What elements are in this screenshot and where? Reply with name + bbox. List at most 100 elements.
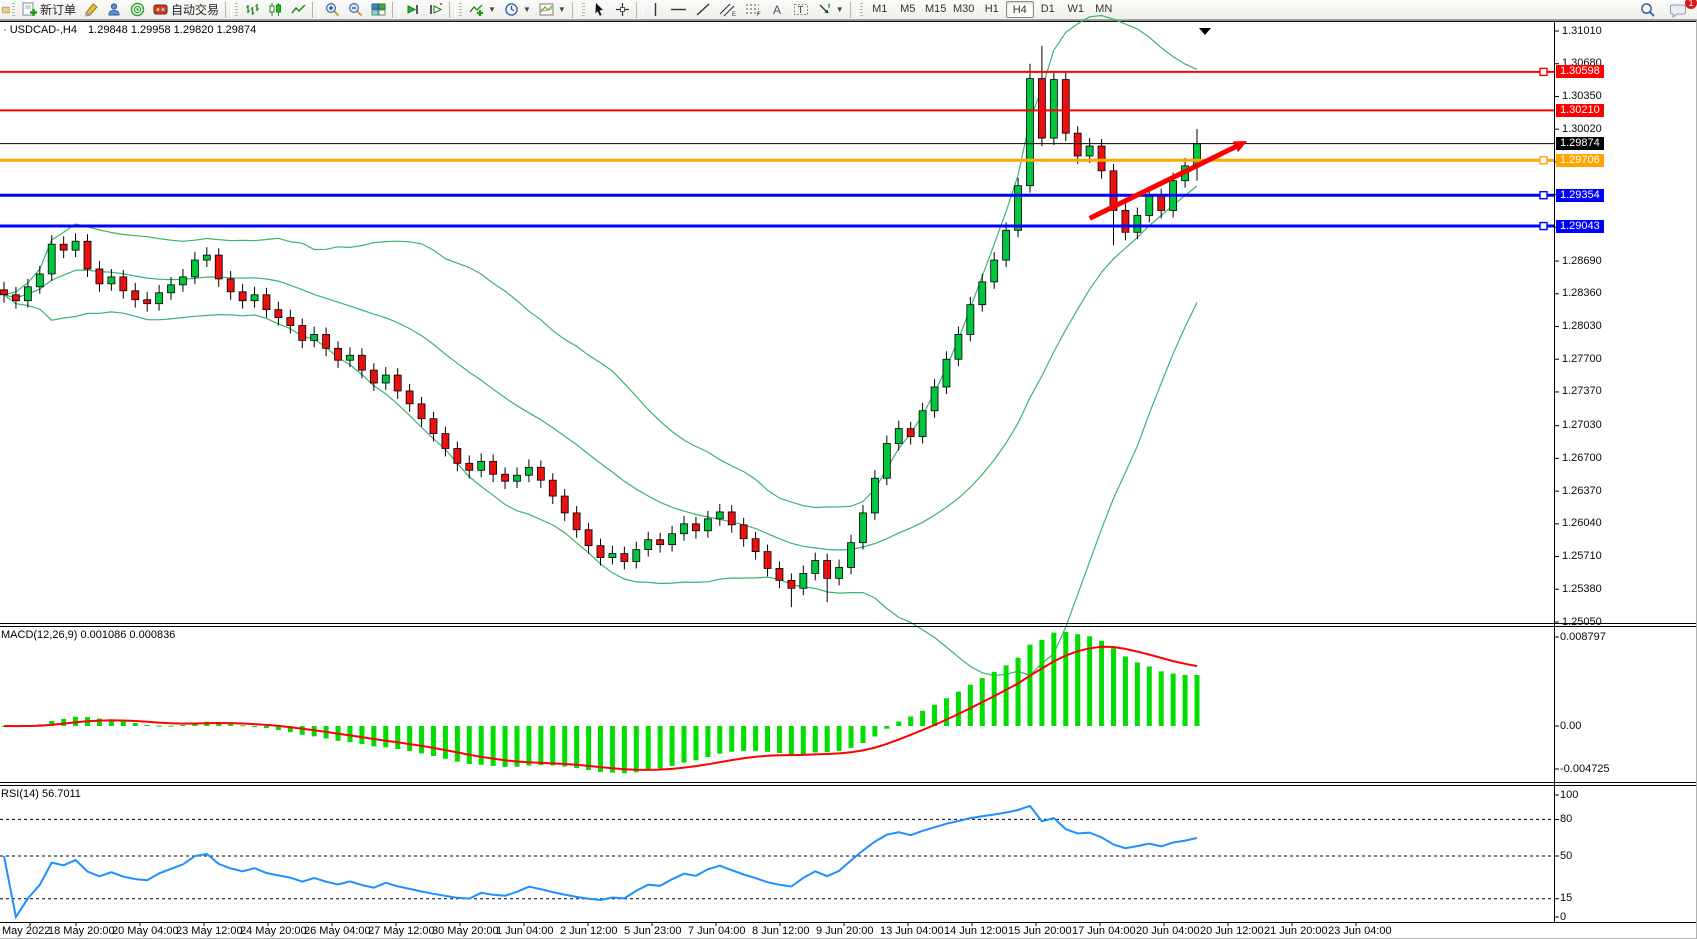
chart-canvas[interactable]: [0, 0, 1697, 939]
bear-candle: [788, 580, 795, 588]
bear-candle: [275, 310, 282, 318]
bull-candle: [919, 411, 926, 437]
macd-bar: [717, 726, 722, 754]
macd-bar: [133, 723, 138, 726]
rsi-value: 56.7011: [42, 788, 81, 800]
bull-candle: [979, 282, 986, 305]
macd-bar: [837, 726, 842, 751]
time-axis-label: 9 Jun 20:00: [816, 925, 874, 937]
bear-candle: [370, 370, 377, 383]
bear-candle: [561, 496, 568, 513]
macd-bar: [1135, 662, 1140, 726]
time-axis-label: 5 Jun 23:00: [624, 925, 682, 937]
macd-bar: [574, 726, 579, 768]
time-axis-label: 20 May 04:00: [112, 925, 179, 937]
bear-candle: [1, 290, 8, 295]
bull-candle: [991, 260, 998, 282]
bull-candle: [871, 478, 878, 513]
bull-candle: [955, 334, 962, 359]
time-axis-label: 2 Jun 12:00: [560, 925, 618, 937]
macd-bar: [682, 726, 687, 763]
macd-bar: [479, 726, 484, 765]
macd-bar: [705, 726, 710, 757]
bear-candle: [907, 429, 914, 437]
price-axis-label: 1.28690: [1562, 255, 1602, 267]
macd-bar: [1016, 658, 1021, 726]
bull-candle: [812, 561, 819, 574]
level-price-tag[interactable]: 1.30598: [1556, 65, 1604, 78]
bear-candle: [60, 244, 67, 250]
macd-bar: [884, 726, 889, 729]
bull-candle: [609, 554, 616, 558]
bear-candle: [1098, 146, 1105, 171]
bull-candle: [859, 513, 866, 543]
macd-bar: [538, 726, 543, 765]
bear-candle: [537, 467, 544, 480]
macd-bar: [1159, 671, 1164, 726]
macd-bar: [252, 726, 257, 727]
macd-bar: [765, 726, 770, 752]
bull-candle: [669, 534, 676, 545]
bear-candle: [466, 463, 473, 470]
macd-bar: [860, 726, 865, 743]
macd-bar: [622, 726, 627, 773]
macd-indicator-label: MACD(12,26,9) 0.001086 0.000836: [1, 629, 175, 641]
macd-bar: [1123, 656, 1128, 726]
bear-candle: [442, 434, 449, 449]
macd-bar: [729, 726, 734, 752]
bull-candle: [36, 274, 43, 287]
macd-bar: [180, 725, 185, 726]
bull-candle: [704, 519, 711, 531]
bull-candle: [156, 293, 163, 304]
macd-bar: [562, 726, 567, 767]
ohlc-values: 1.29848 1.29958 1.29820 1.29874: [88, 24, 256, 36]
macd-bar: [956, 692, 961, 726]
bear-candle: [502, 474, 509, 481]
bull-candle: [108, 277, 115, 284]
bull-candle: [943, 359, 950, 387]
level-price-tag[interactable]: 1.29043: [1556, 220, 1604, 233]
macd-bar: [1051, 633, 1056, 726]
macd-bar: [801, 726, 806, 754]
macd-bar: [1111, 648, 1116, 726]
bull-candle: [681, 524, 688, 534]
bull-candle: [931, 387, 938, 411]
bear-candle: [621, 554, 628, 562]
level-handle[interactable]: [1540, 223, 1547, 230]
macd-bar: [646, 726, 651, 770]
macd-bar: [610, 726, 615, 773]
macd-bar: [1004, 665, 1009, 726]
macd-bar: [443, 726, 448, 759]
price-axis-label: 1.30350: [1562, 90, 1602, 102]
bear-candle: [740, 525, 747, 539]
bear-candle: [406, 391, 413, 404]
chart-bullet-icon: ·: [3, 24, 7, 36]
macd-bar: [407, 726, 412, 751]
macd-bar: [753, 726, 758, 751]
level-price-tag[interactable]: 1.30210: [1556, 104, 1604, 117]
rsi-axis-label: 15: [1560, 892, 1572, 904]
time-axis-label: 8 Jun 12:00: [752, 925, 810, 937]
bear-candle: [1158, 196, 1165, 211]
macd-bar: [813, 726, 818, 752]
bear-candle: [239, 292, 246, 301]
time-axis-label: 17 Jun 04:00: [1072, 925, 1136, 937]
bear-candle: [776, 568, 783, 580]
chart-shift-marker[interactable]: [1199, 28, 1211, 35]
macd-bar: [383, 726, 388, 747]
rsi-axis-label: 80: [1560, 813, 1572, 825]
symbol-period: USDCAD-,H4: [10, 24, 77, 36]
bear-candle: [144, 300, 151, 304]
macd-bar: [1195, 675, 1200, 726]
level-handle[interactable]: [1540, 68, 1547, 75]
bear-candle: [657, 540, 664, 545]
bull-candle: [1146, 196, 1153, 216]
level-price-tag[interactable]: 1.29706: [1556, 154, 1604, 167]
bull-candle: [1086, 146, 1093, 156]
bear-candle: [1038, 79, 1045, 138]
level-handle[interactable]: [1540, 192, 1547, 199]
level-handle[interactable]: [1540, 157, 1547, 164]
bull-candle: [967, 305, 974, 335]
level-price-tag[interactable]: 1.29354: [1556, 189, 1604, 202]
time-axis-label: 7 Jun 04:00: [688, 925, 746, 937]
